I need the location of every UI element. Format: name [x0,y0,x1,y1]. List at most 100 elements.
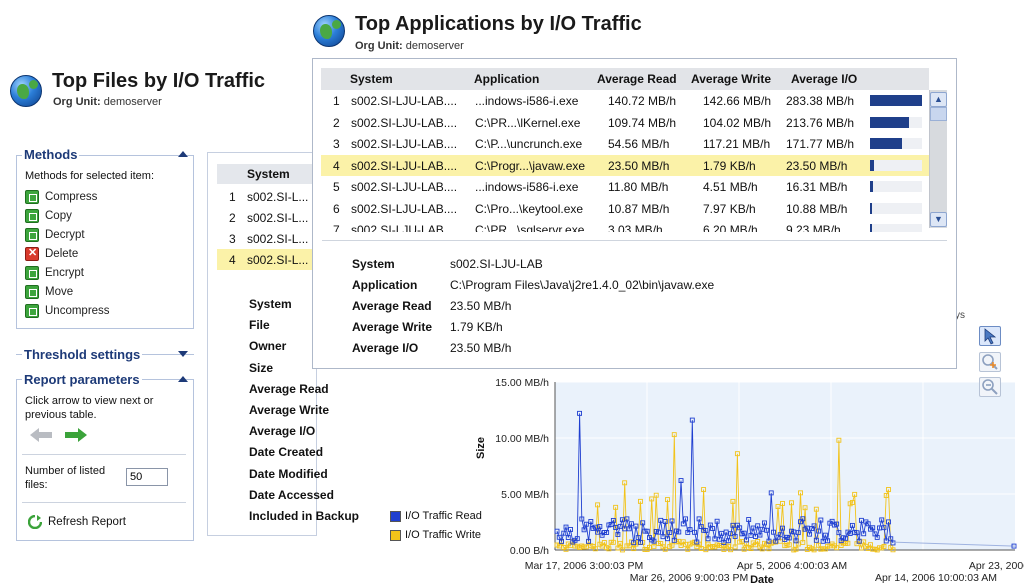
row-system: s002.SI-LJU-LAB.... [351,223,458,232]
report-divider-2 [22,502,186,503]
x-axis-label: Date [750,574,774,586]
refresh-report-label: Refresh Report [48,516,126,528]
detail-value: 1.79 KB/h [450,320,503,334]
row-application: C:\PR...\lKernel.exe [475,115,581,130]
row-average-io: 283.38 MB/h [786,94,855,108]
x-tick-label: Mar 26, 2006 9:00:03 PM [630,572,749,584]
copy-icon [25,209,39,223]
method-label: Encrypt [45,267,84,279]
files-table-row[interactable]: 3 s002.SI-L... [217,228,317,249]
apps-table-row[interactable]: 7 s002.SI-LJU-LAB.... C:\PR...\sqlservr.ex… [321,219,929,232]
pointer-tool-button[interactable] [979,326,1001,346]
row-application: ...indows-i586-i.exe [475,94,579,108]
apps-table-body: 1 s002.SI-LJU-LAB.... ...indows-i586-i.exe… [321,90,929,232]
collapse-methods-icon[interactable] [178,151,188,157]
io-bar [870,159,922,171]
files-table-row[interactable]: 4 s002.SI-L... [217,249,317,270]
row-system: s002.SI-LJU-LAB.... [351,201,458,216]
detail-label: Average I/O [352,341,419,355]
row-number: 3 [229,232,236,246]
row-average-write: 7.97 KB/h [703,201,756,216]
next-arrow-icon[interactable] [63,427,89,443]
row-number: 1 [229,190,236,204]
refresh-report-button[interactable]: Refresh Report [28,514,126,530]
threshold-settings-header[interactable]: Threshold settings [22,347,143,362]
file-detail-label: System [249,297,292,311]
files-table-row[interactable]: 1 s002.SI-L... [217,186,317,207]
zoom-out-icon [982,379,998,395]
row-average-read: 3.03 MB/h [608,223,663,232]
col-application[interactable]: Application [474,72,539,86]
method-move[interactable]: Move [25,284,73,300]
zoom-in-icon [982,354,998,370]
row-number: 4 [229,253,236,267]
methods-header[interactable]: Methods [22,147,80,162]
io-traffic-chart: 15.00 MB/h 10.00 MB/h 5.00 MB/h 0.00 B/h Siz… [475,377,1024,586]
io-bar [870,224,922,232]
previous-arrow-icon[interactable] [28,427,54,443]
row-average-io: 213.76 MB/h [786,115,855,130]
zoom-in-tool-button[interactable] [979,352,1001,372]
apps-org-unit-label: Org Unit: [355,40,403,52]
col-system[interactable]: System [350,72,393,86]
collapse-report-parameters-icon[interactable] [178,376,188,382]
method-delete[interactable]: Delete [25,246,78,262]
method-uncompress[interactable]: Uncompress [25,303,110,319]
row-average-io: 171.77 MB/h [786,137,855,151]
y-tick-label: 5.00 MB/h [501,489,549,501]
legend-write: I/O Traffic Write [390,529,481,541]
method-label: Decrypt [45,229,85,241]
apps-table-row[interactable]: 4 s002.SI-LJU-LAB.... C:\Progr...\javaw.ex… [321,154,929,176]
uncompress-icon [25,304,39,318]
apps-table-row[interactable]: 6 s002.SI-LJU-LAB.... C:\Pro...\keytool.ex… [321,198,929,220]
method-label: Uncompress [45,305,110,317]
method-encrypt[interactable]: Encrypt [25,265,84,281]
y-tick-label: 10.00 MB/h [495,433,549,445]
method-decrypt[interactable]: Decrypt [25,227,85,243]
methods-subtitle: Methods for selected item: [25,170,155,182]
apps-table-row[interactable]: 2 s002.SI-LJU-LAB.... C:\PR...\lKernel.exe… [321,112,929,134]
io-bar-fill [870,181,874,192]
apps-page-title: Top Applications by I/O Traffic [355,13,642,35]
apps-table-scrollbar[interactable]: ▲ ▼ [929,90,947,228]
globe-logo-icon [10,75,42,107]
method-compress[interactable]: Compress [25,189,97,205]
apps-table-row[interactable]: 5 s002.SI-LJU-LAB.... ...indows-i586-i.exe… [321,176,929,198]
io-bar-fill [870,138,902,149]
legend-read: I/O Traffic Read [390,510,482,522]
file-detail-label: Owner [249,339,287,354]
io-bar-fill [870,116,910,128]
apps-table-row[interactable]: 1 s002.SI-LJU-LAB.... ...indows-i586-i.exe… [321,90,929,112]
row-average-write: 6.20 MB/h [703,223,758,232]
col-average-write[interactable]: Average Write [691,72,771,86]
scroll-thumb[interactable] [930,107,947,121]
expand-threshold-icon[interactable] [178,351,188,357]
row-number: 6 [333,201,340,216]
io-bar-fill [870,202,872,214]
apps-table-header: System Application Average Read Average … [321,68,929,90]
detail-value: s002.SI-LJU-LAB [450,257,543,271]
pointer-icon [984,328,997,345]
row-average-read: 54.56 MB/h [608,137,670,151]
io-bar-fill [870,95,922,106]
io-bar [870,138,922,149]
zoom-out-tool-button[interactable] [979,377,1001,397]
files-org-unit: Org Unit: demoserver [53,96,162,108]
method-copy[interactable]: Copy [25,208,72,224]
row-average-io: 10.88 MB/h [786,201,848,216]
row-system: s002.SI-L... [247,190,309,204]
report-parameters-header[interactable]: Report parameters [22,372,142,387]
move-icon [25,285,39,299]
refresh-icon [28,515,42,529]
listed-files-input[interactable] [126,468,168,486]
scroll-up-button[interactable]: ▲ [930,92,947,107]
col-average-io[interactable]: Average I/O [791,72,857,86]
row-application: C:\P...\uncrunch.exe [475,137,583,151]
file-detail-label: Date Modified [249,466,328,481]
row-application: C:\PR...\sqlservr.exe [475,223,585,232]
apps-table-row[interactable]: 3 s002.SI-LJU-LAB.... C:\P...\uncrunch.exe… [321,133,929,155]
files-table-row[interactable]: 2 s002.SI-L... [217,207,317,228]
scroll-down-button[interactable]: ▼ [930,212,947,227]
col-average-read[interactable]: Average Read [597,72,677,86]
decrypt-icon [25,228,39,242]
